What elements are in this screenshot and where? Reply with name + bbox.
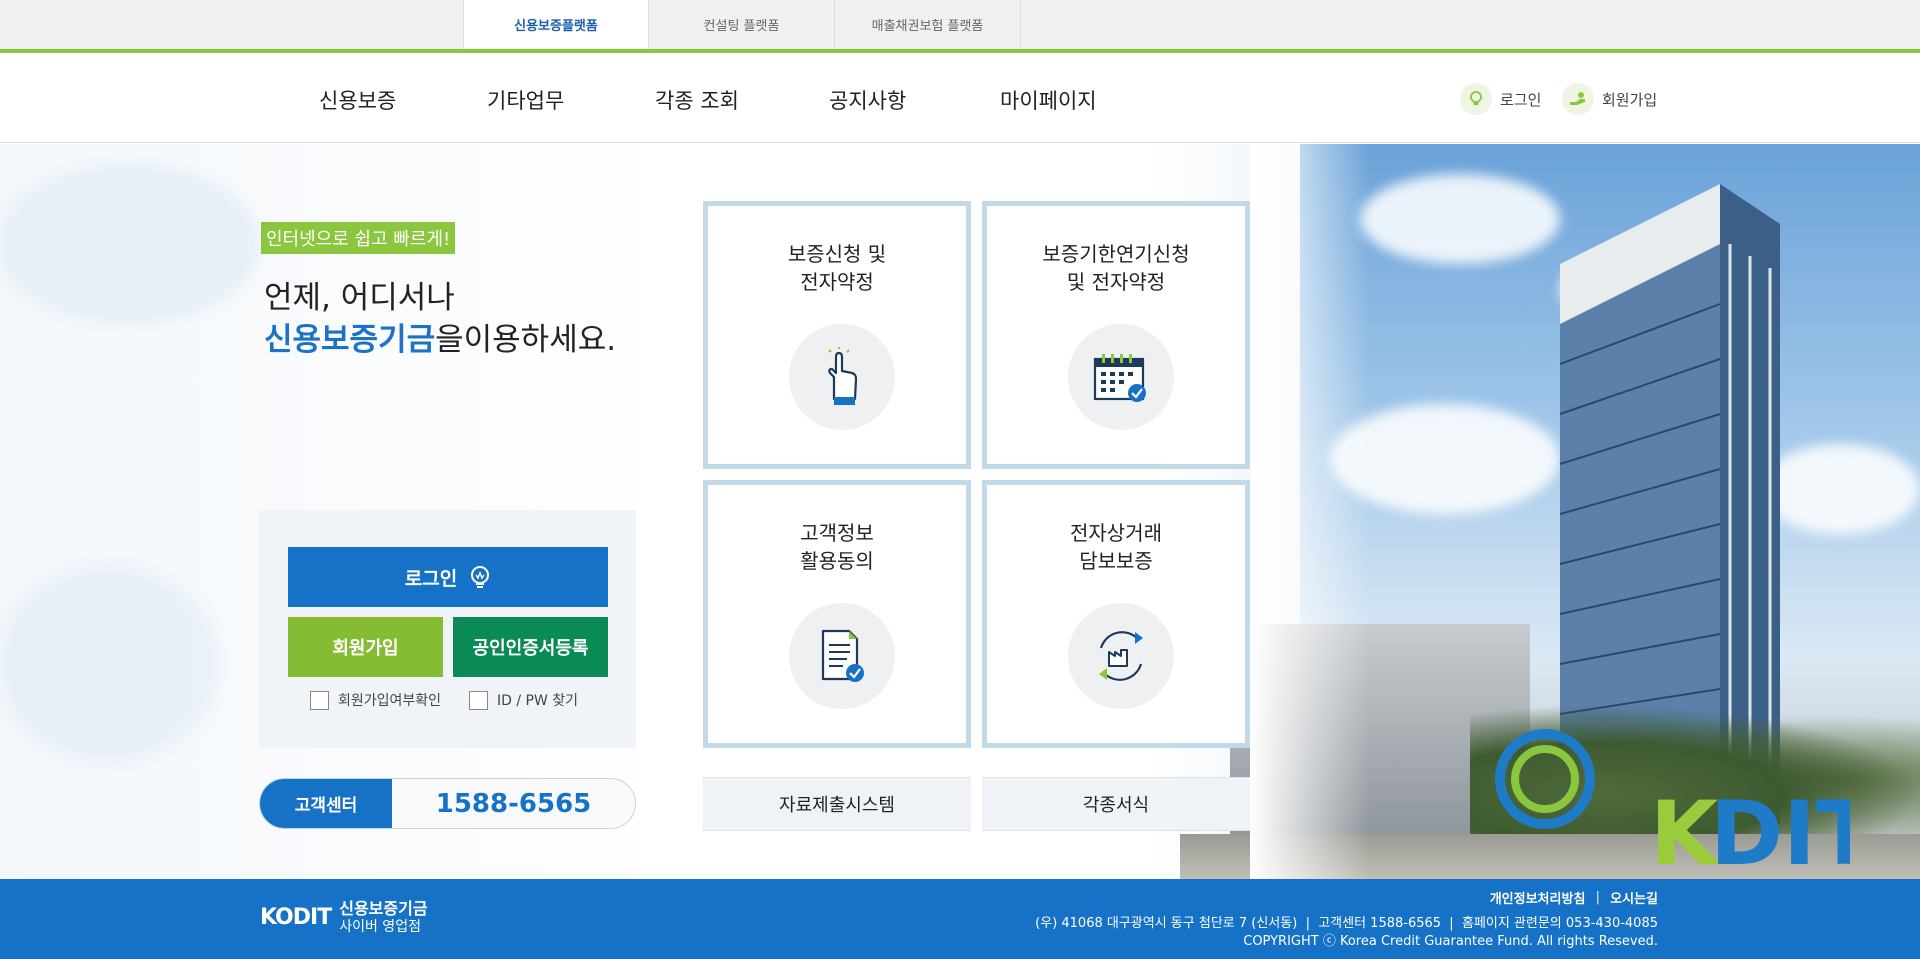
- hero-headline-line1: 언제, 어디서나: [264, 280, 455, 316]
- directions-link[interactable]: 오시는길: [1610, 888, 1658, 907]
- card-icon-circle: [1068, 324, 1174, 430]
- nav-credit-guarantee[interactable]: 신용보증: [319, 85, 396, 115]
- card-title: 보증신청 및 전자약정: [787, 242, 887, 294]
- kodit-letter-sculpture: K DIT: [1650, 784, 1850, 874]
- customer-center: 고객센터 1588-6565: [259, 778, 636, 829]
- checkbox-icon[interactable]: [469, 690, 488, 710]
- footer: KODIT 신용보증기금 사이버 영업점 개인정보처리방침 | 오시는길 (우)…: [0, 879, 1920, 959]
- document-check-icon: [821, 629, 864, 682]
- header-signup-label: 회원가입: [1602, 90, 1658, 109]
- privacy-policy-link[interactable]: 개인정보처리방침: [1490, 888, 1586, 907]
- nav-inquiries[interactable]: 각종 조회: [655, 85, 739, 115]
- footer-logo-line1: 신용보증기금: [339, 899, 428, 918]
- hand-pointer-icon: [828, 347, 858, 405]
- card-customer-info-consent[interactable]: 고객정보 활용동의: [703, 480, 971, 748]
- calendar-check-icon: [1093, 354, 1146, 402]
- nav-other-services[interactable]: 기타업무: [487, 85, 564, 115]
- join-button[interactable]: 회원가입: [288, 617, 443, 677]
- card-title: 고객정보 활용동의: [800, 521, 874, 573]
- check-membership-label: 회원가입여부확인: [338, 693, 442, 709]
- footer-logo: KODIT 신용보증기금 사이버 영업점: [260, 899, 428, 936]
- factory-cycle-icon: [1099, 631, 1143, 681]
- forms-button[interactable]: 각종서식: [982, 777, 1250, 831]
- lightbulb-icon: [1460, 83, 1492, 115]
- card-title: 전자상거래 담보보증: [1070, 521, 1162, 573]
- footer-logo-text: 신용보증기금 사이버 영업점: [339, 899, 427, 936]
- lightbulb-icon: [471, 566, 490, 588]
- check-membership-link[interactable]: 회원가입여부확인: [310, 690, 441, 710]
- tab-consulting-platform[interactable]: 컨설팅 플랫폼: [649, 0, 835, 49]
- card-icon-circle: [789, 324, 895, 430]
- header-login-link[interactable]: 로그인: [1460, 83, 1541, 115]
- nav-notices[interactable]: 공지사항: [829, 85, 906, 115]
- find-id-pw-label: ID / PW 찾기: [497, 693, 579, 709]
- card-guarantee-application[interactable]: 보증신청 및 전자약정: [703, 201, 971, 469]
- tab-receivables-insurance-platform[interactable]: 매출채권보험 플랫폼: [835, 0, 1021, 49]
- find-id-pw-link[interactable]: ID / PW 찾기: [469, 690, 578, 710]
- hero-headline-rest: 을이용하세요.: [435, 322, 617, 358]
- hero-headline-line2: 신용보증기금을이용하세요.: [264, 314, 616, 359]
- card-icon-circle: [1068, 603, 1174, 709]
- data-submission-system-button[interactable]: 자료제출시스템: [703, 777, 971, 831]
- main-navigation: 신용보증 기타업무 각종 조회 공지사항 마이페이지 로그인 회원가입: [0, 53, 1920, 143]
- card-icon-circle: [789, 603, 895, 709]
- footer-logo-line2: 사이버 영업점: [339, 919, 421, 935]
- customer-center-label: 고객센터: [260, 779, 392, 828]
- nav-mypage[interactable]: 마이페이지: [1000, 85, 1097, 115]
- card-ecommerce-guarantee[interactable]: 전자상거래 담보보증: [982, 480, 1250, 748]
- hero-badge: 인터넷으로 쉽고 빠르게!: [261, 222, 456, 254]
- tab-credit-guarantee-platform[interactable]: 신용보증플랫폼: [463, 0, 649, 49]
- platform-tab-bar: 신용보증플랫폼 컨설팅 플랫폼 매출채권보험 플랫폼: [0, 0, 1920, 53]
- svg-text:DIT: DIT: [1710, 784, 1850, 874]
- card-title: 보증기한연기신청 및 전자약정: [1042, 242, 1190, 294]
- platform-tabs: 신용보증플랫폼 컨설팅 플랫폼 매출채권보험 플랫폼: [463, 0, 1021, 49]
- kodit-logo-mark: KODIT: [260, 905, 332, 930]
- checkbox-icon[interactable]: [310, 690, 329, 710]
- card-guarantee-extension[interactable]: 보증기한연기신청 및 전자약정: [982, 201, 1250, 469]
- login-box: 로그인 회원가입 공인인증서등록 회원가입여부확인 ID / PW 찾기: [259, 510, 636, 748]
- hero-headline-highlight: 신용보증기금: [264, 322, 436, 358]
- footer-links: 개인정보처리방침 | 오시는길: [1489, 888, 1658, 907]
- header-signup-link[interactable]: 회원가입: [1562, 83, 1657, 115]
- login-button-label: 로그인: [404, 567, 458, 590]
- hand-signup-icon: [1562, 83, 1594, 115]
- header-login-label: 로그인: [1500, 90, 1542, 109]
- kodit-ring-sculpture: [1495, 729, 1595, 829]
- footer-address: (우) 41068 대구광역시 동구 첨단로 7 (신서동) | 고객센터 15…: [1035, 916, 1658, 931]
- customer-center-phone[interactable]: 1588-6565: [392, 779, 635, 828]
- login-button[interactable]: 로그인: [288, 547, 608, 607]
- certificate-register-button[interactable]: 공인인증서등록: [453, 617, 608, 677]
- footer-copyright: COPYRIGHT ⓒ Korea Credit Guarantee Fund.…: [1243, 934, 1658, 949]
